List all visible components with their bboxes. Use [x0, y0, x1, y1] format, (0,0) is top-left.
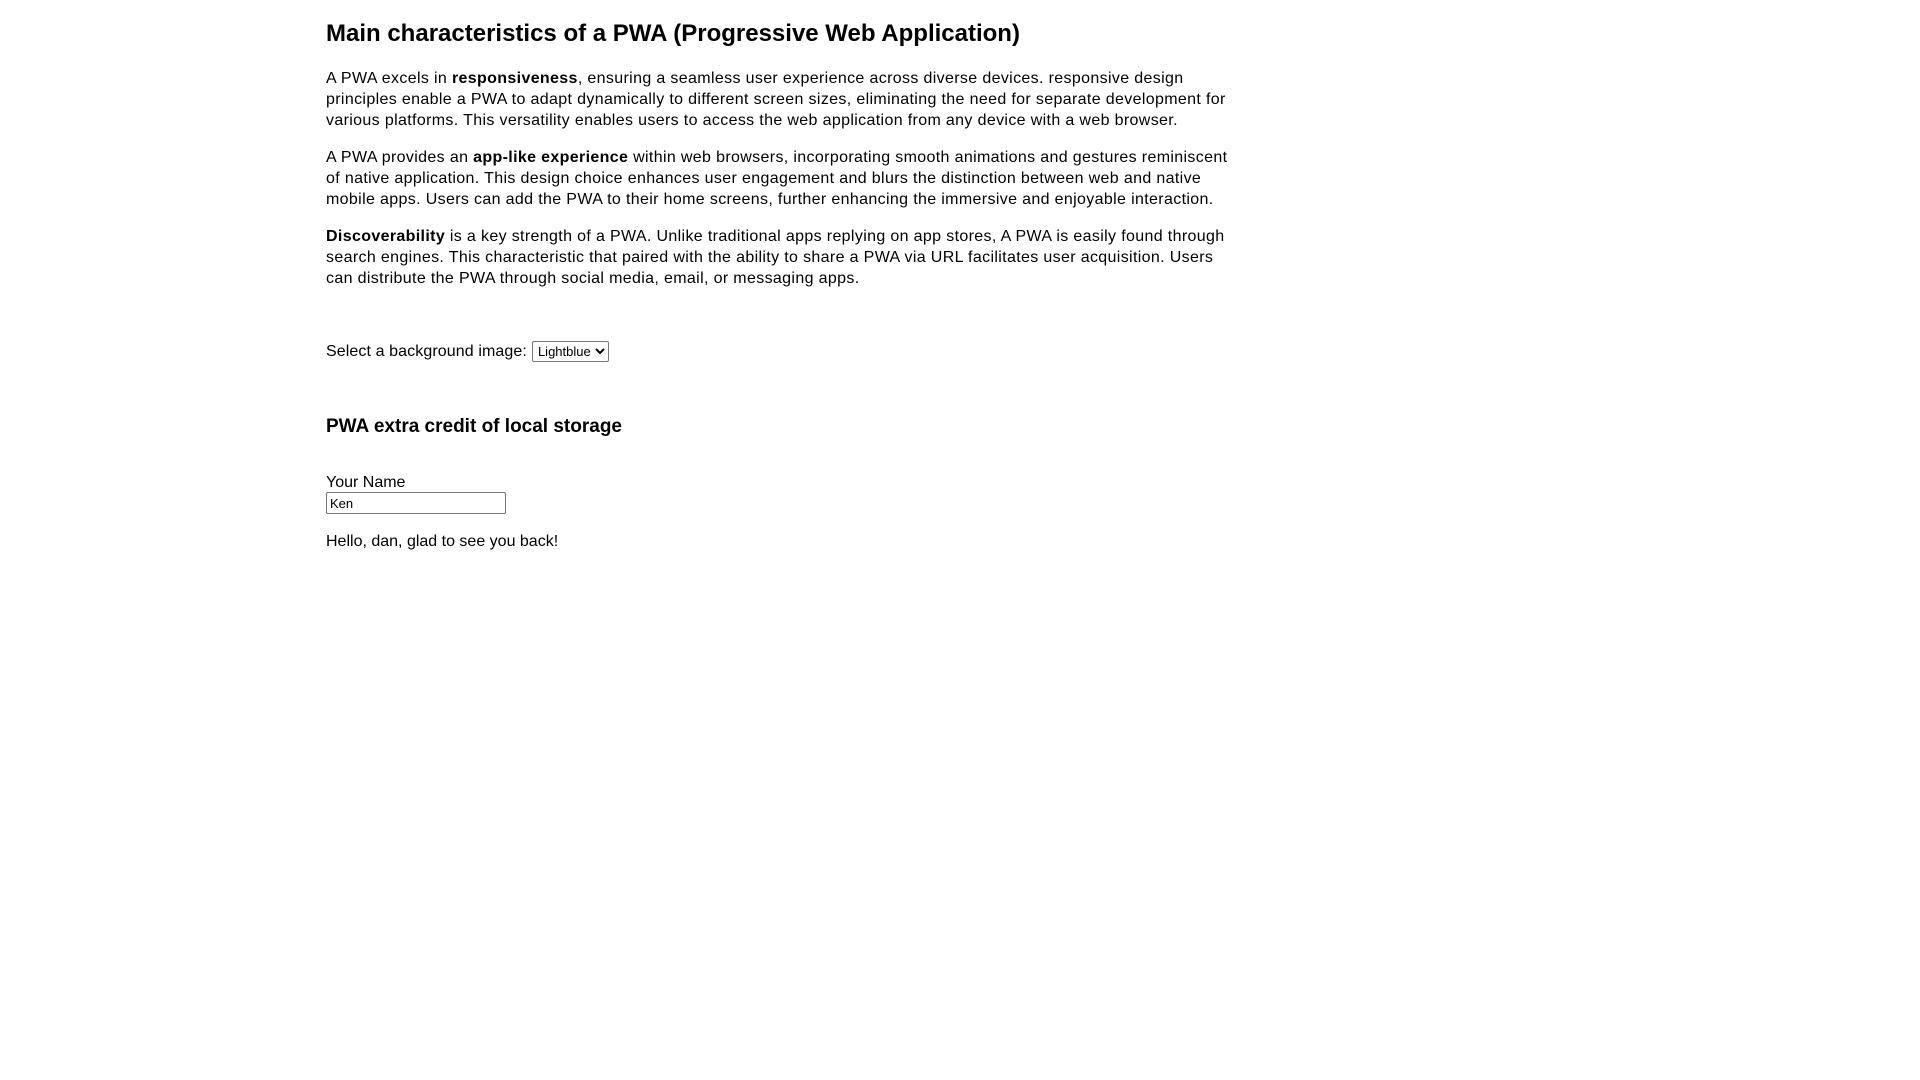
storage-section-title: PWA extra credit of local storage	[326, 416, 622, 437]
page-content: Main characteristics of a PWA (Progressi…	[326, 0, 1236, 552]
page-title: Main characteristics of a PWA (Progressi…	[326, 20, 1020, 47]
paragraph-keyword: Discoverability	[326, 228, 446, 245]
paragraph-keyword: app-like experience	[473, 149, 629, 166]
name-input[interactable]	[326, 492, 506, 514]
background-selector-row: Select a background image: Lightblue	[326, 341, 1236, 362]
paragraph-text-post: is a key strength of a PWA. Unlike tradi…	[326, 228, 1225, 287]
background-select-label: Select a background image:	[326, 342, 527, 360]
paragraph-keyword: responsiveness	[451, 70, 578, 87]
paragraph-app-like: A PWA provides an app-like experience wi…	[326, 147, 1236, 210]
name-field-label: Your Name	[326, 474, 406, 491]
background-select[interactable]: Lightblue	[531, 341, 609, 362]
paragraph-text-pre: A PWA excels in	[326, 70, 452, 87]
paragraph-text-pre: A PWA provides an	[326, 149, 474, 166]
greeting-message: Hello, dan, glad to see you back!	[326, 533, 559, 550]
paragraph-discoverability: Discoverability is a key strength of a P…	[326, 226, 1236, 289]
paragraph-responsiveness: A PWA excels in responsiveness, ensuring…	[326, 68, 1236, 131]
